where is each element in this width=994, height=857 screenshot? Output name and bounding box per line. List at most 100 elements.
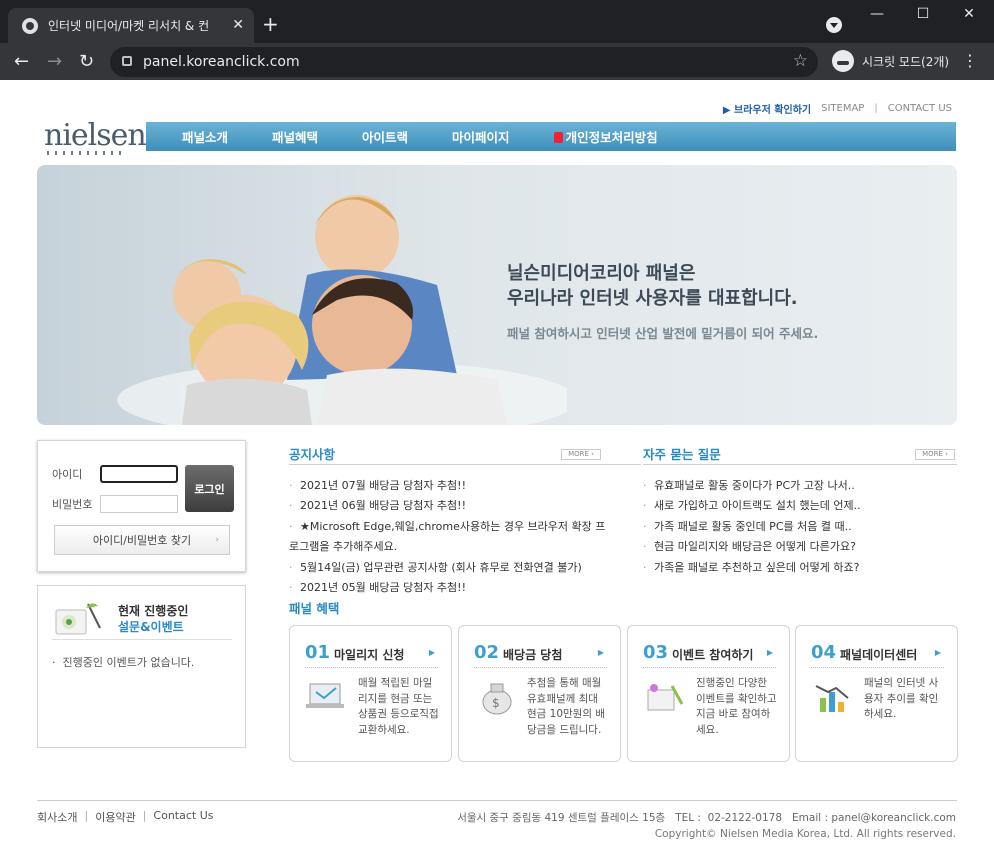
notice-board: 공지사항 MORE › 2021년 07월 배당금 당첨자 추첨!! 2021년… [289, 444, 641, 599]
tab-search-icon[interactable] [826, 17, 842, 33]
footer-links: 회사소개 | 이용약관 | Contact Us [37, 809, 213, 825]
survey-event-icon [55, 603, 101, 635]
globe-icon [22, 17, 38, 34]
maximize-icon[interactable]: ☐ [908, 6, 938, 22]
benefits-title: 패널 혜택 [289, 601, 340, 616]
logo-dots [47, 151, 127, 155]
nav-privacy[interactable]: 개인정보처리방침 [553, 127, 658, 146]
footer-terms-link[interactable]: 이용약관 [95, 809, 135, 825]
close-window-icon[interactable]: ✕ [954, 6, 984, 22]
arrow-right-icon: ▶ [597, 648, 604, 657]
nielsen-logo[interactable]: nielsen [44, 118, 147, 153]
faq-item[interactable]: 새로 가입하고 아이트랙도 설치 했는데 언제.. [643, 496, 861, 517]
browser-check-link[interactable]: ▶ 브라우저 확인하기 [723, 101, 811, 116]
browser-menu-icon[interactable]: ⋮ [962, 51, 978, 70]
card-title: 배당금 당첨 [503, 648, 563, 662]
notice-list: 2021년 07월 배당금 당첨자 추첨!! 2021년 06월 배당금 당첨자… [289, 476, 605, 599]
notice-item-continued[interactable]: 로그램을 추가해주세요. [289, 537, 605, 558]
faq-title: 자주 묻는 질문 [643, 447, 721, 462]
card-title: 마일리지 신청 [334, 648, 405, 662]
card-number: 04 [811, 642, 837, 663]
tab-title: 인터넷 미디어/마켓 리서치 & 컨 [48, 19, 210, 33]
footer-copyright: Copyright© Nielsen Media Korea, Ltd. All… [654, 828, 956, 840]
chart-icon [815, 685, 849, 712]
contact-us-link[interactable]: CONTACT US [888, 103, 952, 114]
card-title: 패널데이터센터 [840, 648, 918, 662]
arrow-right-icon: › [215, 535, 219, 545]
arrow-right-icon: ▶ [428, 648, 435, 657]
privacy-icon [553, 132, 563, 143]
bookmark-star-icon[interactable]: ☆ [793, 51, 808, 71]
footer-address: 서울시 중구 중림동 419 센트럴 플레이스 15층 TEL : 02-212… [457, 812, 956, 824]
laptop-voucher-icon [306, 683, 344, 708]
event-title-2[interactable]: 설문&이벤트 [118, 618, 184, 635]
money-bag-icon: $ [482, 683, 512, 715]
svg-text:$: $ [492, 696, 500, 710]
forward-icon[interactable]: → [47, 51, 62, 72]
footer-company-link[interactable]: 회사소개 [37, 809, 77, 825]
faq-item[interactable]: 현금 마일리지와 배당금은 어떻게 다른가요? [643, 537, 861, 558]
card-number: 01 [305, 642, 331, 663]
hero-banner: 닐슨미디어코리아 패널은 우리나라 인터넷 사용자를 대표합니다. 패널 참여하… [37, 165, 957, 425]
faq-board: 자주 묻는 질문 MORE › 유효패널로 활동 중이다가 PC가 고장 나서.… [643, 444, 957, 578]
footer-separator: | [142, 809, 147, 822]
notice-item[interactable]: 2021년 06월 배당금 당첨자 추첨!! [289, 496, 605, 517]
faq-more-button[interactable]: MORE › [915, 449, 955, 460]
find-button-label: 아이디/비밀번호 찾기 [92, 534, 192, 547]
notice-item[interactable]: ★Microsoft Edge,웨일,chrome사용하는 경우 브라우저 확장… [289, 517, 605, 538]
notice-more-button[interactable]: MORE › [561, 449, 601, 460]
password-label: 비밀번호 [52, 498, 93, 511]
incognito-indicator[interactable]: 시크릿 모드(2개) [828, 48, 959, 74]
sitemap-link[interactable]: SITEMAP [821, 103, 864, 114]
url-text: panel.koreanclick.com [143, 54, 300, 70]
event-title-1: 현재 진행중인 [118, 604, 189, 618]
hero-headline-line2: 우리나라 인터넷 사용자를 대표합니다. [507, 288, 798, 309]
reload-icon[interactable]: ↻ [79, 51, 94, 72]
nav-panel-intro[interactable]: 패널소개 [182, 127, 228, 146]
faq-item[interactable]: 유효패널로 활동 중이다가 PC가 고장 나서.. [643, 476, 861, 497]
page: ▶ 브라우저 확인하기 SITEMAP | CONTACT US nielsen… [0, 80, 994, 857]
find-id-password-button[interactable]: 아이디/비밀번호 찾기 › [54, 525, 230, 555]
benefit-card-mileage[interactable]: 01 마일리지 신청 ▶ 매월 적립된 마일리지를 현금 또는 상품권 등으로직… [289, 625, 452, 762]
nav-itrack[interactable]: 아이트랙 [362, 127, 408, 146]
main-nav: 패널소개 패널혜택 아이트랙 마이페이지 개인정보처리방침 [146, 122, 956, 151]
login-box: 아이디 비밀번호 로그인 아이디/비밀번호 찾기 › [37, 440, 246, 572]
arrow-right-icon: ▶ [934, 648, 941, 657]
faq-list: 유효패널로 활동 중이다가 PC가 고장 나서.. 새로 가입하고 아이트랙도 … [643, 476, 861, 578]
login-button[interactable]: 로그인 [185, 465, 234, 512]
event-empty-message: · 진행중인 이벤트가 없습니다. [52, 656, 195, 669]
top-links: ▶ 브라우저 확인하기 SITEMAP | CONTACT US [722, 101, 952, 116]
address-bar[interactable]: panel.koreanclick.com ☆ [110, 47, 818, 77]
benefit-card-datacenter[interactable]: 04 패널데이터센터 ▶ 패널의 인터넷 사용자 추이를 확인하세요. [795, 625, 958, 762]
footer-contact-link[interactable]: Contact Us [153, 809, 213, 825]
nav-privacy-label: 개인정보처리방침 [565, 130, 658, 145]
faq-item[interactable]: 가족 패널로 활동 중인데 PC를 처음 켤 때.. [643, 517, 861, 538]
notice-item[interactable]: 5월14일(금) 업무관련 공지사항 (회사 휴무로 전화연결 불가) [289, 558, 605, 579]
hero-subtext: 패널 참여하시고 인터넷 산업 발전에 밑거름이 되어 주세요. [507, 326, 819, 341]
card-description: 매월 적립된 마일리지를 현금 또는 상품권 등으로직접 교환하세요. [358, 677, 439, 736]
incognito-icon [832, 50, 854, 72]
browser-tab-bar: 인터넷 미디어/마켓 리서치 & 컨 ✕ + — ☐ ✕ [0, 0, 994, 43]
faq-more-label: MORE [922, 450, 943, 458]
card-title: 이벤트 참여하기 [672, 648, 754, 662]
browser-tab[interactable]: 인터넷 미디어/마켓 리서치 & 컨 ✕ [8, 8, 254, 43]
card-number: 03 [643, 642, 669, 663]
incognito-label: 시크릿 모드(2개) [862, 54, 950, 69]
hero-headline-line1: 닐슨미디어코리아 패널은 [507, 263, 696, 284]
card-description: 패널의 인터넷 사용자 추이를 확인하세요. [864, 677, 939, 720]
card-description: 진행중인 다양한 이벤트를 확인하고 지금 바로 참여하세요. [696, 677, 777, 736]
close-tab-icon[interactable]: ✕ [232, 17, 244, 33]
notice-item[interactable]: 2021년 05월 배당금 당첨자 추첨!! [289, 578, 605, 599]
footer-separator: | [84, 809, 89, 822]
nav-mypage[interactable]: 마이페이지 [452, 127, 510, 146]
password-input[interactable] [100, 495, 178, 513]
nav-panel-benefits[interactable]: 패널혜택 [272, 127, 318, 146]
id-input[interactable] [100, 465, 178, 483]
back-icon[interactable]: ← [14, 51, 29, 72]
benefit-card-dividend[interactable]: 02 배당금 당첨 ▶ $ 추첨을 통해 매월 유효패널께 최대 현금 10만원… [458, 625, 621, 762]
new-tab-icon[interactable]: + [262, 12, 279, 36]
faq-item[interactable]: 가족을 패널로 추천하고 싶은데 어떻게 하죠? [643, 558, 861, 579]
notice-item[interactable]: 2021년 07월 배당금 당첨자 추첨!! [289, 476, 605, 497]
minimize-icon[interactable]: — [862, 6, 892, 22]
benefit-card-event[interactable]: 03 이벤트 참여하기 ▶ 진행중인 다양한 이벤트를 확인하고 지금 바로 참… [627, 625, 790, 762]
